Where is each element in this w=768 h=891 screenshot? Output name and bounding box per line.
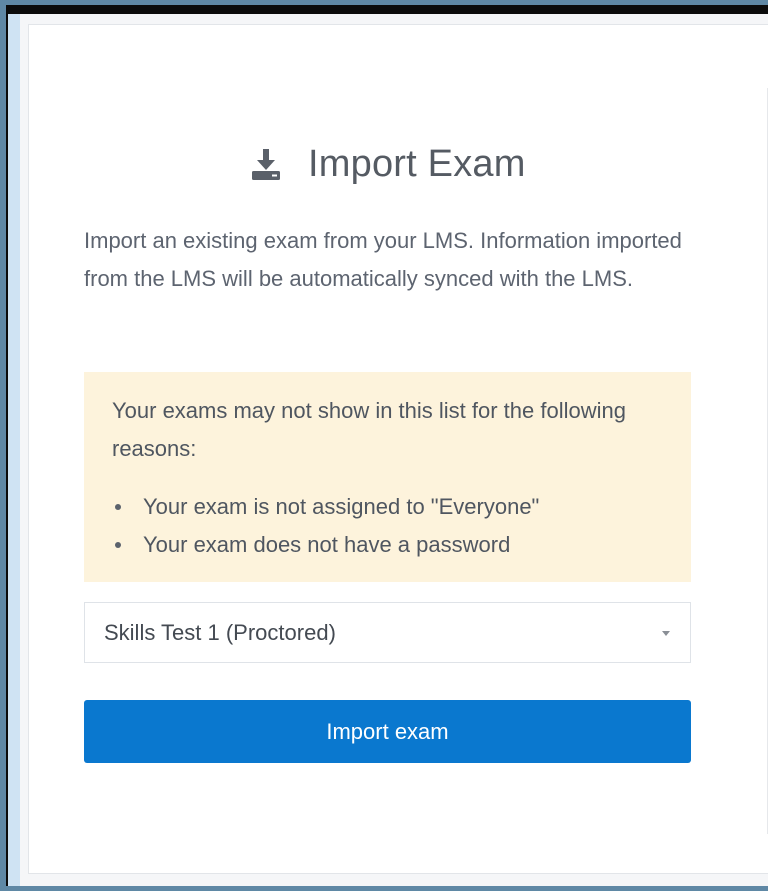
notice-lead: Your exams may not show in this list for… (112, 398, 626, 461)
page-title-row: Import Exam (248, 142, 526, 186)
window-edge (8, 14, 20, 886)
import-exam-button[interactable]: Import exam (84, 700, 691, 763)
intro-text: Import an existing exam from your LMS. I… (84, 228, 682, 291)
bullet-icon (115, 542, 121, 548)
reason-list: Your exam is not assigned to "Everyone" … (112, 488, 663, 564)
visibility-notice: Your exams may not show in this list for… (84, 372, 691, 582)
page-title: Import Exam (308, 142, 526, 185)
download-icon (248, 146, 284, 182)
exam-select[interactable]: Skills Test 1 (Proctored) (84, 602, 691, 663)
reason-text: Your exam is not assigned to "Everyone" (143, 494, 540, 519)
list-item: Your exam is not assigned to "Everyone" (112, 488, 663, 526)
chevron-down-icon (662, 631, 670, 636)
bullet-icon (115, 504, 121, 510)
list-item: Your exam does not have a password (112, 526, 663, 564)
reason-text: Your exam does not have a password (143, 532, 511, 557)
exam-select-value: Skills Test 1 (Proctored) (104, 619, 336, 645)
